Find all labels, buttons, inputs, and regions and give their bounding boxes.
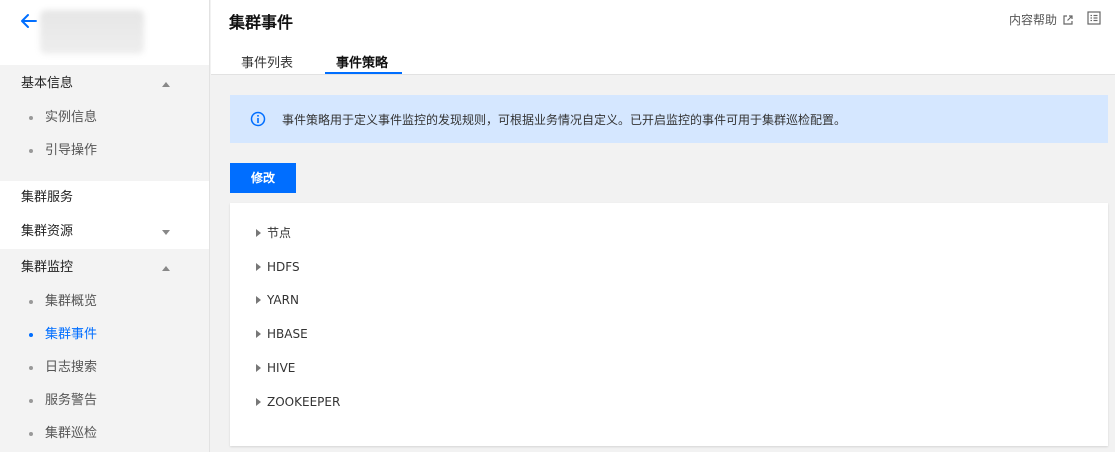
caret-right-icon <box>256 398 261 406</box>
bullet-icon <box>29 333 33 337</box>
tree-item-node[interactable]: 节点 <box>256 223 291 243</box>
chevron-down-icon <box>162 230 170 235</box>
caret-right-icon <box>256 229 261 237</box>
sidebar-group-cluster-monitor[interactable]: 集群监控 <box>0 251 209 285</box>
bullet-icon <box>29 149 33 153</box>
back-arrow-icon[interactable] <box>18 10 40 32</box>
bullet-icon <box>29 399 33 403</box>
sidebar-item-cluster-events[interactable]: 集群事件 <box>0 318 209 351</box>
tree-item-hdfs[interactable]: HDFS <box>256 257 300 277</box>
tab-event-policy[interactable]: 事件策略 <box>336 52 388 71</box>
caret-right-icon <box>256 263 261 271</box>
tree-item-label: YARN <box>267 293 299 307</box>
sidebar-item-cluster-overview[interactable]: 集群概览 <box>0 285 209 318</box>
bullet-icon <box>29 432 33 436</box>
sidebar-item-label: 引导操作 <box>45 143 98 158</box>
external-link-icon <box>1063 14 1073 25</box>
tree-item-hive[interactable]: HIVE <box>256 358 295 378</box>
sidebar-item-instance-info[interactable]: 实例信息 <box>0 101 209 134</box>
sidebar-item-log-search[interactable]: 日志搜索 <box>0 351 209 384</box>
sidebar-item-label: 实例信息 <box>45 110 98 125</box>
sidebar-item-label: 日志搜索 <box>45 360 98 375</box>
tree-item-label: 节点 <box>267 226 292 240</box>
page-header: 集群事件 内容帮助 事件列表 事件策略 <box>211 0 1115 75</box>
tree-item-label: ZOOKEEPER <box>267 395 341 409</box>
event-policy-tree: 节点 HDFS YARN HBASE HIVE ZOOKEEPER <box>230 203 1108 446</box>
active-tab-indicator <box>325 72 402 74</box>
page-title: 集群事件 <box>229 13 294 32</box>
list-view-icon[interactable] <box>1087 11 1101 25</box>
help-link-label: 内容帮助 <box>1009 13 1058 27</box>
tab-event-list[interactable]: 事件列表 <box>241 52 293 71</box>
bullet-icon <box>29 116 33 120</box>
sidebar-item-label: 集群概览 <box>45 294 98 309</box>
sidebar-group-label: 集群服务 <box>21 190 74 205</box>
sidebar-item-label: 集群巡检 <box>45 426 98 441</box>
tree-item-zookeeper[interactable]: ZOOKEEPER <box>256 392 340 412</box>
caret-right-icon <box>256 330 261 338</box>
sidebar-group-cluster-resource[interactable]: 集群资源 <box>0 215 209 249</box>
chevron-up-icon <box>162 82 170 87</box>
info-banner: 事件策略用于定义事件监控的发现规则，可根据业务情况自定义。已开启监控的事件可用于… <box>230 95 1108 143</box>
tree-item-hbase[interactable]: HBASE <box>256 324 308 344</box>
chevron-up-icon <box>162 266 170 271</box>
sidebar-header <box>0 0 209 65</box>
cluster-name-redacted <box>40 10 144 54</box>
tree-item-yarn[interactable]: YARN <box>256 290 299 310</box>
help-link[interactable]: 内容帮助 <box>1009 11 1073 28</box>
bullet-icon <box>29 366 33 370</box>
modify-button[interactable]: 修改 <box>230 163 296 193</box>
tree-item-label: HBASE <box>267 327 308 341</box>
sidebar-group-label: 基本信息 <box>21 76 74 91</box>
sidebar-item-label: 集群事件 <box>45 327 98 342</box>
tree-item-label: HDFS <box>267 260 300 274</box>
sidebar-item-label: 服务警告 <box>45 393 98 408</box>
info-banner-text: 事件策略用于定义事件监控的发现规则，可根据业务情况自定义。已开启监控的事件可用于… <box>282 112 847 127</box>
sidebar-item-bootstrap[interactable]: 引导操作 <box>0 134 209 167</box>
caret-right-icon <box>256 364 261 372</box>
sidebar-item-cluster-inspection[interactable]: 集群巡检 <box>0 417 209 450</box>
sidebar-item-service-alert[interactable]: 服务警告 <box>0 384 209 417</box>
sidebar-group-label: 集群监控 <box>21 260 74 275</box>
sidebar-group-cluster-service[interactable]: 集群服务 <box>0 181 209 215</box>
sidebar-group-basic-info[interactable]: 基本信息 <box>0 67 209 101</box>
info-icon <box>250 111 266 127</box>
bullet-icon <box>29 300 33 304</box>
sidebar: 基本信息 实例信息 引导操作 集群服务 集群资源 集群监控 集群概览 集群事件 … <box>0 0 210 452</box>
sidebar-group-label: 集群资源 <box>21 224 74 239</box>
tree-item-label: HIVE <box>267 361 296 375</box>
caret-right-icon <box>256 296 261 304</box>
